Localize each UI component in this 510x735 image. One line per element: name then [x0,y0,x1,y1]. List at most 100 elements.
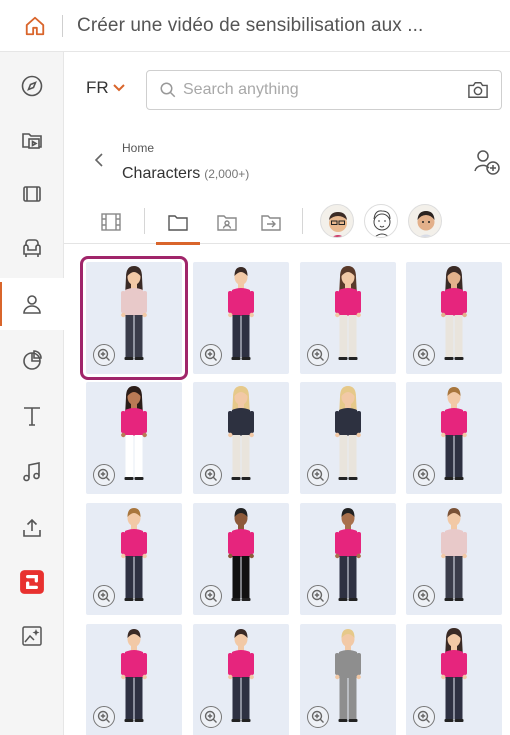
characters-panel: FR Home Characters(2,000+) [64,52,510,735]
back-chevron-icon[interactable] [94,152,104,168]
search-box [146,70,502,110]
sidebar-item-app[interactable] [0,556,64,608]
sidebar-item-charts[interactable] [0,334,64,386]
breadcrumb-home[interactable]: Home [122,141,154,155]
zoom-in-button[interactable] [307,706,329,728]
folder-person-icon [217,214,237,231]
character-card[interactable] [300,624,396,735]
home-button[interactable] [16,0,54,52]
upload-icon [23,518,41,537]
character-card[interactable] [193,503,289,615]
character-card[interactable] [300,503,396,615]
pie-chart-icon [23,350,42,370]
sidebar-item-characters[interactable] [0,278,64,330]
zoom-in-icon [97,710,110,723]
zoom-in-button[interactable] [200,706,222,728]
zoom-in-icon [311,348,324,361]
character-card[interactable] [193,382,289,494]
character-card[interactable] [80,256,188,380]
character-style-avatar-1[interactable] [320,204,354,238]
film-icon [23,186,41,202]
character-card[interactable] [193,262,289,374]
tab-divider [144,208,145,234]
page-title: Characters [122,165,201,182]
sidebar-item-explore[interactable] [0,60,64,112]
sidebar-item-videos[interactable] [0,114,64,166]
zoom-in-button[interactable] [93,344,115,366]
search-input[interactable] [183,81,453,99]
zoom-in-button[interactable] [93,585,115,607]
sidebar-item-scenes[interactable] [0,168,64,220]
zoom-in-icon [97,348,110,361]
character-card[interactable] [86,503,182,615]
sidebar-item-text[interactable] [0,390,64,442]
home-icon [25,16,45,35]
tab-character-folders[interactable] [210,200,244,244]
character-card[interactable] [193,624,289,735]
zoom-in-button[interactable] [93,706,115,728]
item-count: (2,000+) [204,167,250,181]
character-card[interactable] [86,624,182,735]
zoom-in-button[interactable] [200,344,222,366]
sidebar-item-music[interactable] [0,446,64,498]
tab-folders[interactable] [156,200,200,245]
top-bar: Créer une vidéo de sensibilisation aux .… [0,0,510,52]
zoom-in-icon [417,710,430,723]
person-icon [23,295,41,314]
zoom-in-button[interactable] [200,464,222,486]
compass-icon [21,75,43,97]
zoom-in-icon [97,468,110,481]
divider [62,14,63,37]
zoom-in-icon [204,710,217,723]
camera-icon[interactable] [467,80,489,100]
sidebar-item-props[interactable] [0,222,64,274]
character-style-avatar-3[interactable] [408,204,442,238]
language-label: FR [86,78,109,97]
character-card[interactable] [406,503,502,615]
folder-video-icon [22,133,42,149]
language-selector[interactable]: FR [86,78,126,98]
zoom-in-button[interactable] [413,344,435,366]
zoom-in-icon [204,348,217,361]
folder-icon [168,214,188,231]
tab-import[interactable] [254,200,288,244]
character-style-avatar-2[interactable] [364,204,398,238]
zoom-in-icon [204,589,217,602]
project-title[interactable]: Créer une vidéo de sensibilisation aux .… [77,15,423,37]
zoom-in-button[interactable] [413,585,435,607]
tab-divider [302,208,303,234]
zoom-in-button[interactable] [307,585,329,607]
search-icon [160,82,176,98]
zoom-in-icon [417,468,430,481]
zoom-in-icon [417,589,430,602]
zoom-in-icon [97,589,110,602]
zoom-in-button[interactable] [413,464,435,486]
zoom-in-button[interactable] [307,464,329,486]
zoom-in-icon [311,589,324,602]
music-icon [23,462,40,482]
app-logo-icon [20,570,44,594]
zoom-in-icon [311,468,324,481]
zoom-in-icon [204,468,217,481]
breadcrumb: Characters (2,000+) [122,165,249,183]
sidebar-item-upload[interactable] [0,502,64,554]
zoom-in-button[interactable] [93,464,115,486]
character-grid [64,252,510,735]
zoom-in-icon [417,348,430,361]
character-card[interactable] [406,262,502,374]
character-card[interactable] [300,382,396,494]
add-user-icon[interactable] [472,147,502,177]
character-card[interactable] [406,624,502,735]
character-card[interactable] [406,382,502,494]
sidebar-item-ai-image[interactable] [0,610,64,662]
armchair-icon [23,239,41,257]
film-grid-icon [101,213,121,231]
character-card[interactable] [86,382,182,494]
character-card[interactable] [300,262,396,374]
zoom-in-button[interactable] [200,585,222,607]
avatar-man-icon [417,211,435,237]
zoom-in-button[interactable] [413,706,435,728]
tab-scenes[interactable] [94,200,128,244]
zoom-in-button[interactable] [307,344,329,366]
avatar-sketch-icon [373,210,391,237]
